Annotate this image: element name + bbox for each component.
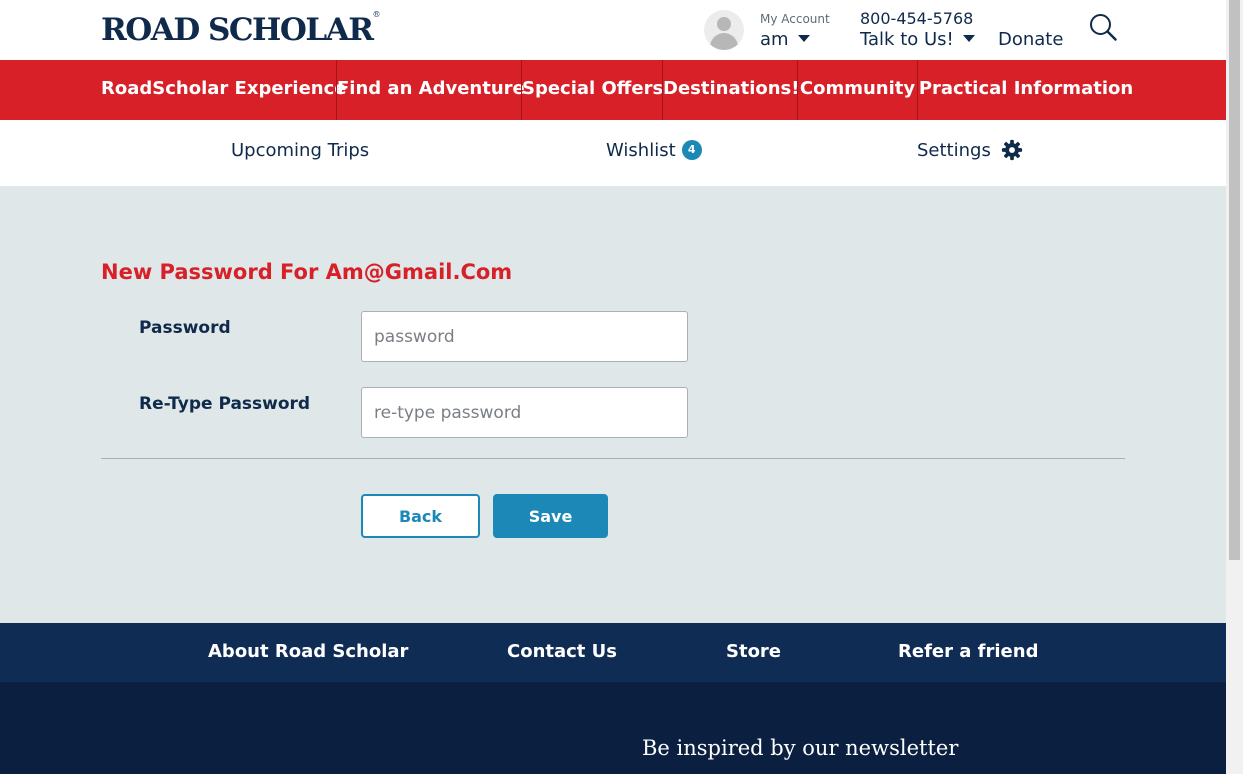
talk-to-us-menu[interactable]: Talk to Us! <box>860 29 975 50</box>
avatar-body <box>710 33 738 50</box>
account-name: am <box>760 29 789 50</box>
footer-link-store[interactable]: Store <box>726 641 781 662</box>
nav-community[interactable]: Community <box>798 60 917 120</box>
retype-password-field[interactable] <box>361 387 688 438</box>
footer-nav: About Road Scholar Contact Us Store Refe… <box>0 623 1226 682</box>
chevron-down-icon <box>797 34 810 42</box>
form-title: New Password For Am@Gmail.Com <box>101 260 513 284</box>
tab-wishlist[interactable]: Wishlist 4 <box>606 140 702 161</box>
search-icon[interactable] <box>1089 13 1117 41</box>
footer-link-contact[interactable]: Contact Us <box>507 641 617 662</box>
account-menu-toggle[interactable]: am <box>760 29 810 50</box>
password-field[interactable] <box>361 311 688 362</box>
wishlist-label: Wishlist <box>606 140 676 161</box>
page: ROAD SCHOLAR® My Account am 800-454-5768… <box>0 0 1226 774</box>
tab-settings[interactable]: Settings <box>917 139 1023 162</box>
back-button[interactable]: Back <box>361 494 480 538</box>
road-scholar-logo[interactable]: ROAD SCHOLAR® <box>101 9 381 48</box>
footer-link-refer[interactable]: Refer a friend <box>898 641 1038 662</box>
nav-special-offers[interactable]: Special Offers <box>522 60 663 120</box>
gear-icon <box>1001 139 1022 161</box>
avatar-head <box>717 17 731 31</box>
settings-label: Settings <box>917 140 991 161</box>
donate-link[interactable]: Donate <box>998 29 1063 50</box>
form-divider <box>101 458 1125 459</box>
newsletter-heading: Be inspired by our newsletter <box>642 736 959 760</box>
nav-destinations[interactable]: Destinations! <box>663 60 799 120</box>
avatar-icon[interactable] <box>704 10 744 50</box>
retype-password-label: Re-Type Password <box>139 394 311 414</box>
scrollbar-thumb[interactable] <box>1229 0 1240 560</box>
nav-find-an-adventure[interactable]: Find an Adventure <box>337 60 525 120</box>
talk-to-us-label: Talk to Us! <box>860 29 954 50</box>
my-account-label: My Account <box>760 12 830 26</box>
nav-roadscholar-experience[interactable]: RoadScholar Experience <box>101 60 346 120</box>
registered-mark: ® <box>372 9 381 19</box>
site-footer: Be inspired by our newsletter <box>0 682 1226 774</box>
save-button[interactable]: Save <box>493 494 608 538</box>
logo-text: ROAD SCHOLAR <box>101 12 374 48</box>
chevron-down-icon <box>962 34 975 42</box>
phone-number[interactable]: 800-454-5768 <box>860 9 973 28</box>
site-header: ROAD SCHOLAR® My Account am 800-454-5768… <box>0 0 1226 60</box>
account-nav: Upcoming Trips Wishlist 4 Settings <box>0 120 1226 186</box>
nav-practical-information[interactable]: Practical Information <box>918 60 1134 120</box>
tab-upcoming-trips[interactable]: Upcoming Trips <box>231 140 369 161</box>
footer-link-about[interactable]: About Road Scholar <box>208 641 408 662</box>
password-form-section: New Password For Am@Gmail.Com Password R… <box>0 186 1226 623</box>
main-nav: RoadScholar Experience Find an Adventure… <box>0 60 1226 120</box>
wishlist-count-badge: 4 <box>681 140 702 160</box>
password-label: Password <box>139 318 231 338</box>
